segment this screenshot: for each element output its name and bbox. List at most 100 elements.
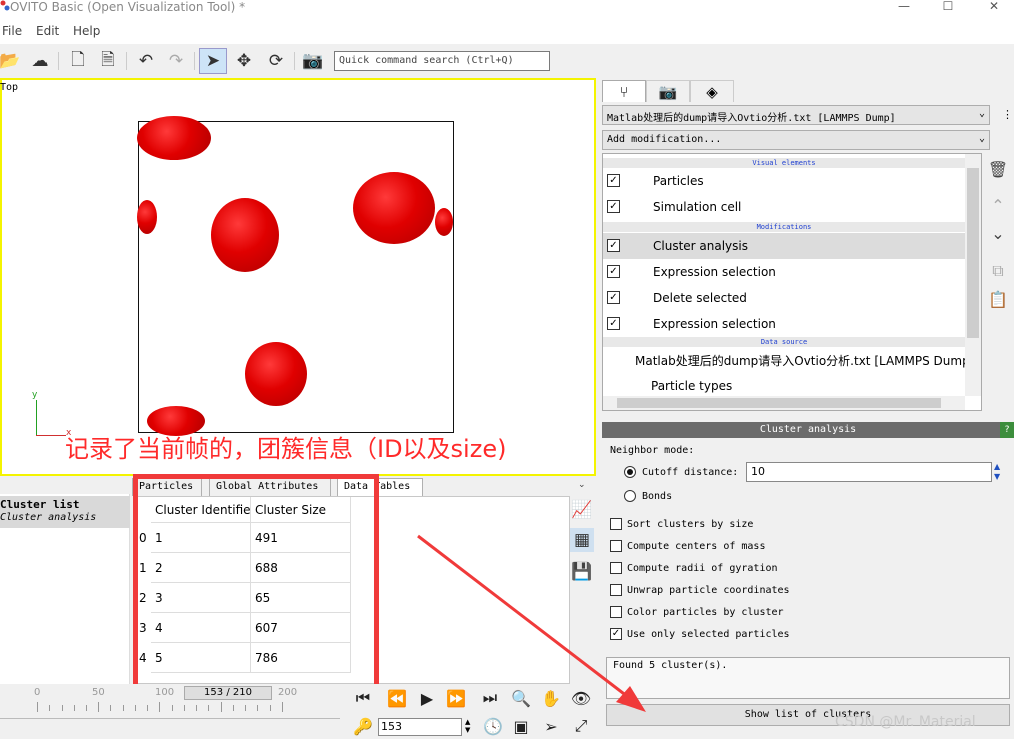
selection-mode-icon[interactable]: ➤ — [199, 48, 227, 74]
minimize-button[interactable]: — — [886, 0, 922, 14]
enable-checkbox[interactable]: ✓ — [607, 317, 620, 330]
help-icon[interactable]: ? — [1000, 422, 1014, 438]
pipeline-item-modifier[interactable]: ✓ Cluster analysis — [603, 233, 965, 259]
undo-icon[interactable]: ↶ — [132, 48, 160, 74]
menu-edit[interactable]: Edit — [36, 24, 59, 38]
load-remote-icon[interactable]: ☁ — [26, 48, 54, 74]
timeline-tick — [245, 705, 247, 711]
timeline-track — [0, 718, 340, 719]
clipboard-icon[interactable]: 📋 — [986, 286, 1010, 312]
particle-cluster — [245, 342, 307, 406]
maximize-button[interactable]: ☐ — [930, 0, 966, 14]
pipeline-editor[interactable]: Visual elements ✓ Particles ✓ Simulation ce… — [602, 153, 982, 411]
pipeline-item-modifier[interactable]: ✓ Expression selection — [603, 259, 965, 285]
quick-command-search-input[interactable]: Quick command search (Ctrl+Q) — [334, 51, 550, 71]
tick-label: 100 — [155, 687, 175, 698]
timeline-tick — [257, 705, 259, 711]
frame-indicator[interactable]: 153 / 210 — [184, 686, 272, 700]
pipeline-item-label: Delete selected — [653, 291, 747, 305]
move-up-icon[interactable]: ⌃ — [986, 192, 1010, 218]
pipeline-item-visual[interactable]: ✓ Particles — [603, 168, 965, 194]
section-data-source: Data source — [603, 337, 965, 347]
frame-spinner[interactable]: 153 — [378, 718, 462, 736]
cutoff-input[interactable]: 10 — [746, 462, 992, 482]
pipeline-selector[interactable]: Matlab处理后的dump请导入Ovtio分析.txt [LAMMPS Dum… — [602, 105, 990, 125]
y-axis-tripod — [36, 400, 37, 436]
chevron-down-icon: ⌄ — [978, 108, 985, 119]
timeline-tick — [183, 705, 185, 711]
pipeline-selector-value: Matlab处理后的dump请导入Ovtio分析.txt [LAMMPS Dum… — [607, 113, 896, 124]
particle-cluster — [353, 172, 435, 244]
enable-checkbox[interactable]: ✓ — [607, 265, 620, 278]
command-panel: ⑂ 📷 ◈ Matlab处理后的dump请导入Ovtio分析.txt [LAMM… — [600, 78, 1014, 739]
timeline-tick — [86, 705, 87, 711]
timeline-tick — [269, 705, 271, 711]
particle-cluster — [137, 200, 157, 234]
delete-icon[interactable]: 🗑 — [986, 156, 1010, 182]
save-session-icon[interactable]: 🗋 — [64, 48, 92, 74]
viewport-caption[interactable]: Top — [0, 82, 18, 93]
main-toolbar: 📂 ☁ 🗋 🗎 ↶ ↷ ➤ ✥ ⟳ 📷 Quick command search… — [0, 44, 600, 78]
pipeline-item-modifier[interactable]: ✓ Delete selected — [603, 285, 965, 311]
redo-icon[interactable]: ↷ — [162, 48, 190, 74]
copy-icon[interactable]: ⧉ — [986, 258, 1010, 284]
spinner-arrows-icon[interactable]: ▲ ▼ — [994, 462, 1000, 482]
spinner-arrows-icon[interactable]: ▲ ▼ — [465, 718, 470, 734]
rotate-icon[interactable]: ⟳ — [262, 48, 290, 74]
overlay-tab-icon[interactable]: ◈ — [690, 80, 734, 102]
chevron-down-icon[interactable]: ⌄ — [578, 480, 586, 490]
pipeline-item-data-source[interactable]: Matlab处理后的dump请导入Ovtio分析.txt [LAMMPS Dum… — [603, 347, 970, 373]
camera-icon[interactable]: 📷 — [299, 48, 327, 74]
option-checkbox[interactable] — [610, 518, 622, 530]
enable-checkbox[interactable]: ✓ — [607, 291, 620, 304]
pipeline-item-label: Cluster analysis — [653, 239, 748, 253]
jump-start-icon[interactable]: ⏮ — [350, 686, 376, 710]
timeline-tick — [134, 705, 136, 711]
pipeline-item-label: Expression selection — [653, 265, 776, 279]
status-box: Found 5 cluster(s). — [606, 657, 1010, 699]
vertical-scrollbar[interactable] — [965, 154, 981, 396]
x-axis-tripod — [36, 435, 66, 436]
pipeline-tab-icon[interactable]: ⑂ — [602, 80, 646, 102]
section-modifications: Modifications — [603, 222, 965, 232]
cutoff-radio[interactable] — [624, 466, 636, 478]
menu-help[interactable]: Help — [73, 24, 100, 38]
horizontal-scrollbar[interactable] — [603, 396, 965, 410]
pipeline-item-modifier[interactable]: ✓ Expression selection — [603, 311, 965, 337]
title-bar: OVITO Basic (Open Visualization Tool) * … — [0, 0, 1014, 20]
menu-file[interactable]: File — [2, 24, 22, 38]
open-file-icon[interactable]: 📂 — [0, 48, 24, 74]
timeline-tick — [61, 705, 63, 711]
watermark-text: CSDN @Mr. Material — [835, 714, 976, 730]
tick-label: 200 — [278, 687, 298, 698]
timeline-tick — [37, 702, 38, 712]
move-icon[interactable]: ✥ — [230, 48, 258, 74]
annotation-arrow-icon — [417, 534, 646, 712]
data-table-list[interactable]: Cluster list Cluster analysis — [0, 494, 130, 684]
key-icon[interactable]: 🔑 — [350, 714, 376, 738]
timeline-slider[interactable]: 0 50 100 150 200 153 / 210 — [0, 684, 345, 739]
timeline-tick — [159, 702, 161, 712]
save-as-icon[interactable]: 🗎 — [94, 48, 122, 74]
visibility-checkbox[interactable]: ✓ — [607, 174, 620, 187]
move-down-icon[interactable]: ⌄ — [986, 220, 1010, 246]
bonds-radio[interactable] — [624, 490, 636, 502]
table-list-subtitle: Cluster analysis — [0, 512, 97, 523]
data-table-list-item[interactable]: Cluster list Cluster analysis — [0, 496, 130, 528]
enable-checkbox[interactable]: ✓ — [607, 239, 620, 252]
step-back-icon[interactable]: ⏪ — [384, 686, 410, 710]
render-tab-icon[interactable]: 📷 — [646, 80, 690, 102]
table-list-title: Cluster list — [0, 498, 80, 511]
viewport-top[interactable]: Top y x — [0, 78, 596, 476]
pipeline-item-visual[interactable]: ✓ Simulation cell — [603, 194, 965, 220]
timeline-tick — [208, 705, 210, 711]
visibility-checkbox[interactable]: ✓ — [607, 200, 620, 213]
close-button[interactable]: ✕ — [976, 0, 1012, 14]
more-menu-icon[interactable]: ⋮ — [1002, 108, 1013, 121]
bonds-label: Bonds — [642, 491, 673, 502]
particle-cluster — [137, 116, 211, 160]
add-modification-select[interactable]: Add modification... ⌄ — [602, 130, 990, 150]
pipeline-item-label: Particles — [653, 174, 704, 188]
option-label: Sort clusters by size — [627, 519, 754, 530]
plot-icon[interactable]: 📈 — [570, 498, 594, 522]
